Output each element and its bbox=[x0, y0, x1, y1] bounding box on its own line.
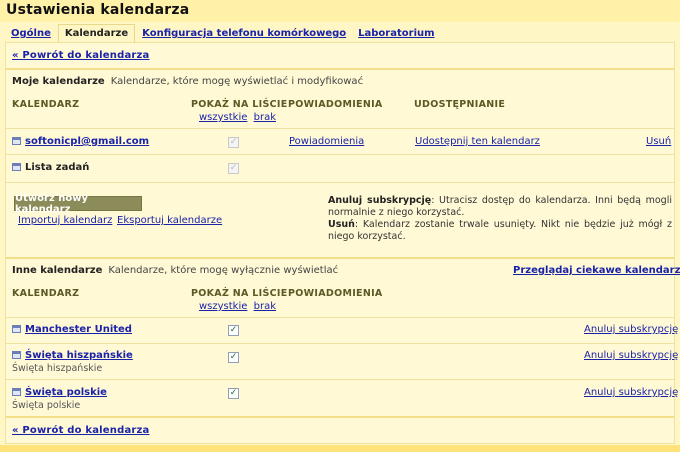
settings-window: Ustawienia kalendarza Ogólne Kalendarze … bbox=[0, 0, 680, 452]
show-all-none-links: wszystkie brak bbox=[199, 112, 276, 123]
unsubscribe-link[interactable]: Anuluj subskrypcję bbox=[584, 387, 678, 398]
tab-calendars[interactable]: Kalendarze bbox=[57, 24, 136, 42]
column-header-calendar: KALENDARZ bbox=[12, 288, 80, 299]
delete-calendar-link[interactable]: Usuń bbox=[646, 136, 671, 147]
show-none-link[interactable]: brak bbox=[254, 112, 276, 123]
bottom-bar bbox=[0, 445, 680, 452]
unsubscribe-link[interactable]: Anuluj subskrypcję bbox=[584, 350, 678, 361]
my-calendars-title: Moje kalendarze bbox=[12, 76, 105, 87]
delete-info: Usuń: Kalendarz zostanie trwale usunięty… bbox=[328, 219, 672, 243]
divider bbox=[6, 154, 674, 155]
calendar-icon bbox=[12, 163, 21, 171]
calendar-icon bbox=[12, 325, 21, 333]
unsubscribe-link[interactable]: Anuluj subskrypcję bbox=[584, 324, 678, 335]
title-bar: Ustawienia kalendarza bbox=[0, 0, 680, 22]
calendar-row-spanish-holidays: Święta hiszpańskie bbox=[12, 350, 133, 361]
other-calendars-description: Kalendarze, które mogę wyłącznie wyświet… bbox=[108, 265, 339, 276]
info-text: Anuluj subskrypcję: Utracisz dostęp do k… bbox=[328, 195, 672, 243]
delete-info-text: : Kalendarz zostanie trwale usunięty. Ni… bbox=[328, 219, 672, 242]
import-calendar-link[interactable]: Importuj kalendarz bbox=[18, 215, 112, 226]
show-in-list-checkbox[interactable]: ✓ bbox=[228, 137, 239, 148]
divider bbox=[6, 68, 674, 70]
calendar-name-link[interactable]: softonicpl@gmail.com bbox=[25, 136, 149, 147]
column-header-notifications: POWIADOMIENIA bbox=[288, 99, 383, 110]
calendar-icon bbox=[12, 137, 21, 145]
show-none-link[interactable]: brak bbox=[254, 301, 276, 312]
calendar-row-manchester: Manchester United bbox=[12, 324, 132, 335]
checkmark-icon: ✓ bbox=[229, 352, 238, 362]
column-header-show-in-list: POKAŻ NA LIŚCIE bbox=[191, 99, 288, 110]
create-calendar-button[interactable]: Utwórz nowy kalendarz bbox=[14, 193, 142, 215]
show-all-none-links: wszystkie brak bbox=[199, 301, 276, 312]
column-header-calendar: KALENDARZ bbox=[12, 99, 80, 110]
checkmark-icon: ✓ bbox=[229, 388, 238, 398]
show-all-link[interactable]: wszystkie bbox=[199, 301, 247, 312]
my-calendars-heading: Moje kalendarze Kalendarze, które mogę wy… bbox=[12, 76, 363, 87]
calendar-icon bbox=[12, 388, 21, 396]
calendar-name-link[interactable]: Manchester United bbox=[25, 324, 132, 335]
calendar-name: Lista zadań bbox=[25, 162, 90, 173]
back-to-calendar-link-bottom[interactable]: « Powrót do kalendarza bbox=[12, 425, 150, 436]
delete-info-label: Usuń bbox=[328, 219, 355, 230]
share-calendar-link[interactable]: Udostępnij ten kalendarz bbox=[415, 136, 540, 147]
divider bbox=[6, 257, 674, 259]
calendar-row-tasks: Lista zadań bbox=[12, 162, 89, 173]
notifications-link[interactable]: Powiadomienia bbox=[289, 136, 364, 147]
settings-tabs: Ogólne Kalendarze Konfiguracja telefonu … bbox=[6, 24, 442, 42]
export-calendars-link[interactable]: Eksportuj kalendarze bbox=[117, 215, 222, 226]
column-header-notifications: POWIADOMIENIA bbox=[288, 288, 383, 299]
settings-panel: « Powrót do kalendarza Moje kalendarze Ka… bbox=[5, 42, 680, 444]
calendar-description: Święta hiszpańskie bbox=[12, 363, 103, 374]
tab-general[interactable]: Ogólne bbox=[6, 26, 56, 42]
unsubscribe-info: Anuluj subskrypcję: Utracisz dostęp do k… bbox=[328, 195, 672, 219]
checkmark-icon: ✓ bbox=[229, 325, 238, 335]
show-in-list-checkbox[interactable]: ✓ bbox=[228, 163, 239, 174]
show-in-list-checkbox[interactable]: ✓ bbox=[228, 325, 239, 336]
checkmark-icon: ✓ bbox=[229, 137, 238, 147]
page-title: Ustawienia kalendarza bbox=[6, 2, 190, 18]
divider bbox=[6, 416, 674, 418]
show-all-link[interactable]: wszystkie bbox=[199, 112, 247, 123]
show-in-list-checkbox[interactable]: ✓ bbox=[228, 352, 239, 363]
tab-labs[interactable]: Laboratorium bbox=[353, 26, 439, 42]
checkmark-icon: ✓ bbox=[229, 163, 238, 173]
divider bbox=[6, 182, 674, 183]
divider bbox=[6, 343, 674, 344]
calendar-icon bbox=[12, 351, 21, 359]
back-to-calendar-link-top[interactable]: « Powrót do kalendarza bbox=[12, 50, 150, 61]
my-calendars-description: Kalendarze, które mogę wyświetlać i mody… bbox=[110, 76, 364, 87]
show-in-list-checkbox[interactable]: ✓ bbox=[228, 388, 239, 399]
column-header-sharing: UDOSTĘPNIANIE bbox=[414, 99, 506, 110]
column-header-show-in-list: POKAŻ NA LIŚCIE bbox=[191, 288, 288, 299]
calendar-row-polish-holidays: Święta polskie bbox=[12, 387, 107, 398]
calendar-row-primary: softonicpl@gmail.com bbox=[12, 136, 149, 147]
calendar-name-link[interactable]: Święta polskie bbox=[25, 387, 107, 398]
divider bbox=[6, 379, 674, 380]
tab-mobile-setup[interactable]: Konfiguracja telefonu komórkowego bbox=[137, 26, 351, 42]
divider bbox=[6, 317, 674, 318]
other-calendars-heading: Inne kalendarze Kalendarze, które mogę wy… bbox=[12, 265, 338, 276]
other-calendars-title: Inne kalendarze bbox=[12, 265, 103, 276]
calendar-description: Święta polskie bbox=[12, 400, 81, 411]
divider bbox=[6, 128, 674, 129]
browse-calendars-link[interactable]: Przeglądaj ciekawe kalendarze » bbox=[513, 265, 680, 276]
calendar-name-link[interactable]: Święta hiszpańskie bbox=[25, 350, 133, 361]
unsubscribe-info-label: Anuluj subskrypcję bbox=[328, 195, 432, 206]
